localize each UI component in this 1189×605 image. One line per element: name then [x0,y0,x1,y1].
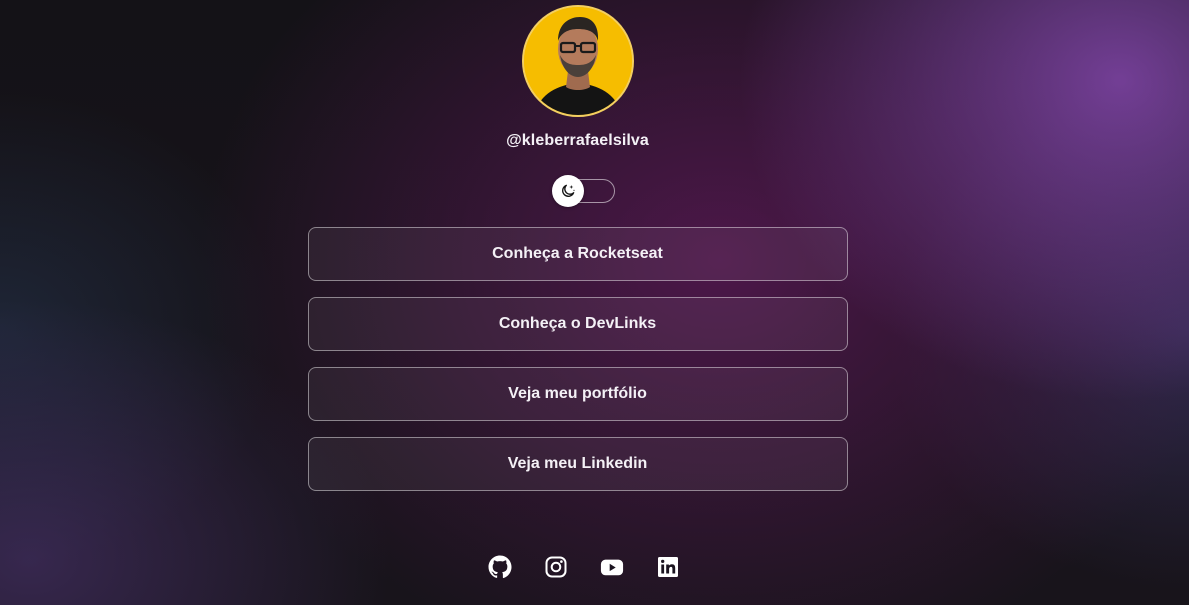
linkedin-link[interactable] [656,555,680,579]
theme-toggle-switch[interactable] [551,175,615,207]
avatar [521,5,634,117]
link-devlinks[interactable]: Conheça o DevLinks [307,297,848,351]
youtube-link[interactable] [600,555,624,579]
github-icon [488,555,511,579]
social-links [488,555,680,579]
link-linkedin[interactable]: Veja meu Linkedin [307,437,848,491]
link-label: Veja meu portfólio [508,385,647,402]
link-label: Conheça a Rocketseat [492,245,663,262]
youtube-icon [600,559,623,576]
avatar-portrait [523,7,632,115]
linkedin-icon [657,557,678,577]
link-portfolio[interactable]: Veja meu portfólio [307,367,848,421]
link-label: Veja meu Linkedin [507,455,648,472]
theme-toggle-knob[interactable] [551,175,584,207]
moon-stars-icon [561,184,575,197]
link-label: Conheça o DevLinks [498,315,657,332]
profile-container: @kleberrafaelsilva Conheça a Rocketseat … [0,0,1155,579]
link-rocketseat[interactable]: Conheça a Rocketseat [307,227,848,281]
instagram-link[interactable] [544,555,568,579]
links-list: Conheça a Rocketseat Conheça o DevLinks … [307,227,848,491]
username: @kleberrafaelsilva [506,132,649,149]
github-link[interactable] [488,555,512,579]
instagram-icon [545,556,566,578]
